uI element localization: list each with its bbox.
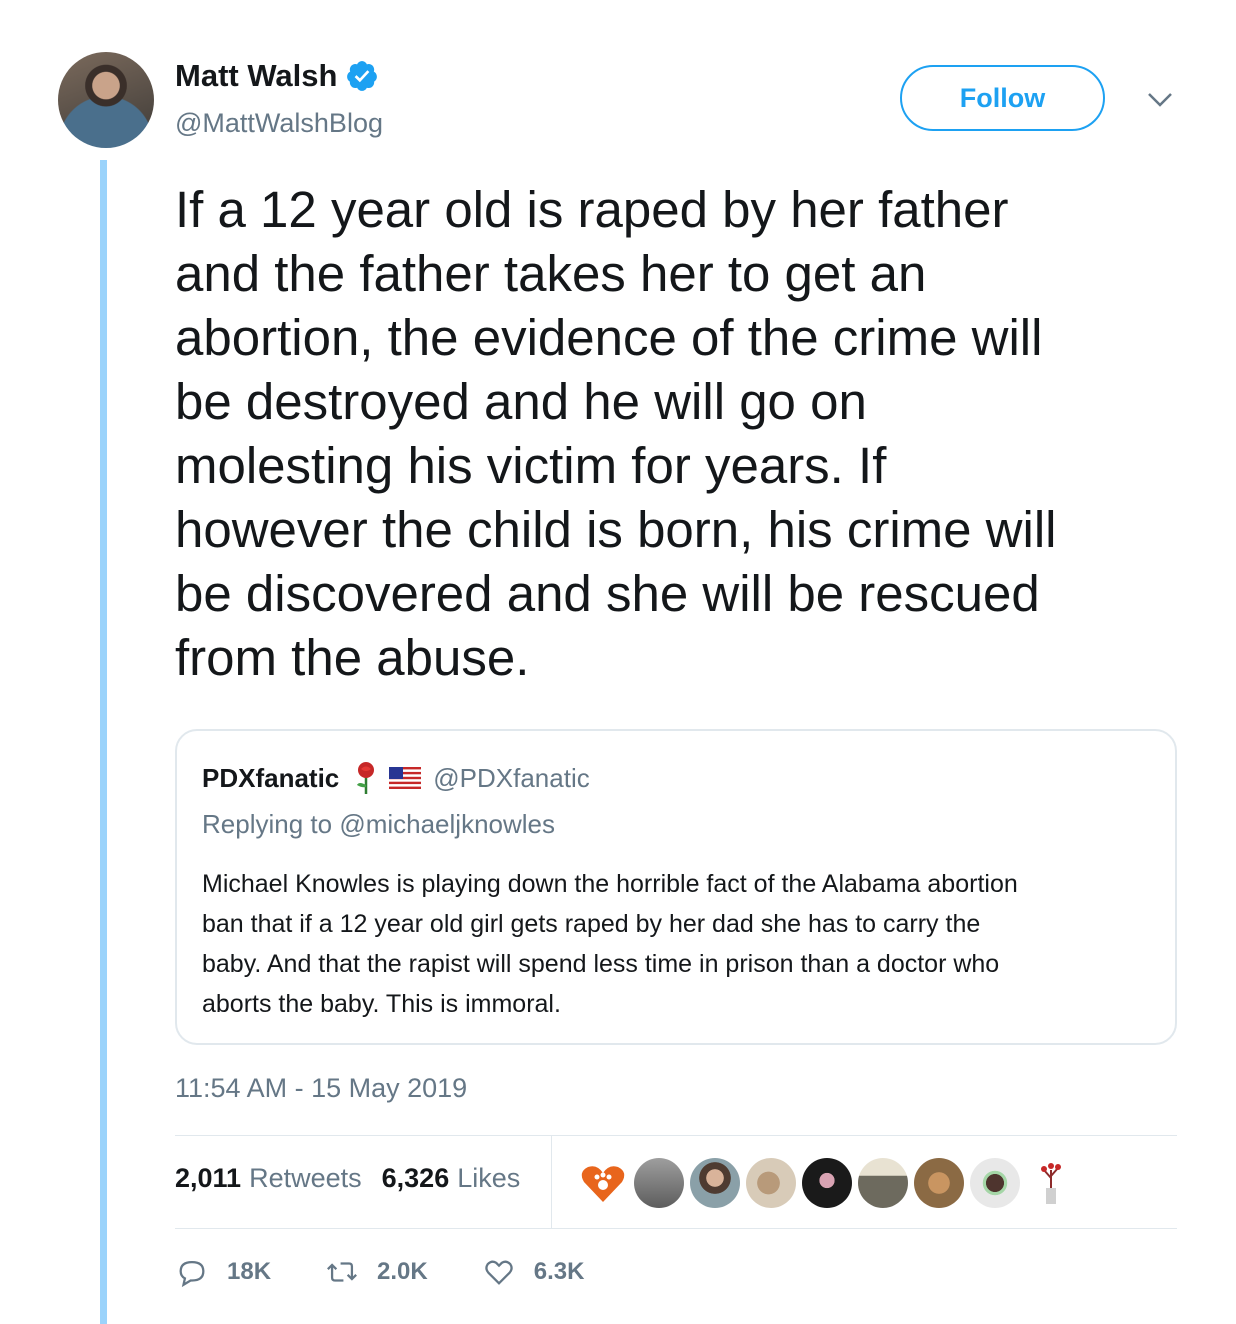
heart-icon [485, 1260, 513, 1285]
author-display-name[interactable]: Matt Walsh [175, 58, 337, 94]
retweets-count: 2,011 [175, 1163, 242, 1193]
tweet-timestamp[interactable]: 11:54 AM - 15 May 2019 [175, 1073, 467, 1104]
author-handle[interactable]: @MattWalshBlog [175, 108, 383, 139]
reply-count: 18K [227, 1258, 272, 1285]
liker-avatars [578, 1158, 1082, 1208]
author-name-row: Matt Walsh [175, 58, 379, 94]
rose-emoji-icon [357, 762, 375, 794]
quoted-tweet-text: Michael Knowles is playing down the horr… [202, 870, 1018, 1018]
liker-avatar[interactable] [802, 1158, 852, 1208]
quoted-tweet[interactable]: PDXfanatic @PDXfanatic Replying to @mich… [175, 729, 1177, 1045]
tweet-stats: 2,011 Retweets 6,326 Likes [175, 1163, 520, 1194]
follow-button[interactable]: Follow [900, 65, 1105, 131]
quoted-replying-to: Replying to @michaeljknowles [202, 809, 555, 840]
liker-avatar[interactable] [1026, 1158, 1076, 1208]
thread-line [100, 160, 107, 1324]
liker-avatar[interactable] [634, 1158, 684, 1208]
divider-top [175, 1135, 1177, 1136]
author-avatar[interactable] [58, 52, 154, 148]
retweet-action[interactable]: 2.0K [325, 1255, 428, 1289]
quoted-tweet-header: PDXfanatic @PDXfanatic [202, 761, 590, 795]
retweet-icon [327, 1262, 357, 1282]
quoted-handle: @PDXfanatic [433, 762, 590, 793]
retweets-stat[interactable]: 2,011 Retweets [175, 1163, 362, 1194]
retweet-count: 2.0K [377, 1258, 428, 1285]
verified-badge-icon [347, 61, 378, 91]
tweet-actions: 18K 2.0K 6.3K [175, 1255, 584, 1289]
likes-label: Likes [457, 1163, 521, 1193]
paw-heart-icon [581, 1166, 625, 1202]
liker-avatar[interactable] [746, 1158, 796, 1208]
like-count: 6.3K [533, 1258, 585, 1285]
us-flag-emoji-icon [389, 767, 422, 789]
replying-prefix: Replying to [202, 809, 340, 839]
liker-avatar[interactable] [578, 1158, 628, 1208]
like-action[interactable]: 6.3K [482, 1255, 585, 1289]
likes-count: 6,326 [381, 1163, 450, 1193]
retweets-label: Retweets [249, 1163, 362, 1193]
reply-icon [179, 1260, 205, 1288]
stats-divider [551, 1136, 552, 1228]
liker-avatar[interactable] [858, 1158, 908, 1208]
likes-stat[interactable]: 6,326 Likes [382, 1163, 521, 1194]
liker-avatar[interactable] [970, 1158, 1020, 1208]
tweet-text: If a 12 year old is raped by her father … [175, 181, 1057, 686]
divider-bottom [175, 1228, 1177, 1229]
liker-avatar[interactable] [914, 1158, 964, 1208]
quoted-display-name: PDXfanatic [202, 762, 340, 793]
reply-action[interactable]: 18K [175, 1255, 271, 1289]
chevron-down-icon[interactable] [1145, 88, 1175, 112]
replying-mention-link[interactable]: @michaeljknowles [339, 809, 555, 839]
liker-avatar[interactable] [690, 1158, 740, 1208]
flower-vase-icon [1041, 1163, 1061, 1204]
